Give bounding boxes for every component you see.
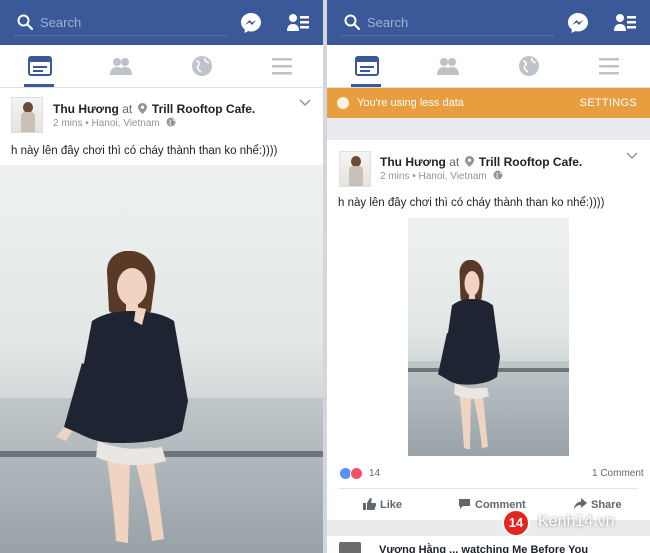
- location-pin-icon: [464, 156, 474, 167]
- thumbs-up-icon: [363, 498, 376, 510]
- post-time[interactable]: 2 mins: [380, 171, 409, 182]
- data-saver-icon: [337, 97, 349, 109]
- data-saver-banner[interactable]: You're using less data SETTINGS: [327, 88, 650, 118]
- news-feed-icon[interactable]: [355, 55, 379, 77]
- post-meta: 2 mins • Hanoi, Vietnam: [380, 170, 503, 182]
- comment-count[interactable]: 1 Comment: [592, 468, 644, 479]
- post-time[interactable]: 2 mins: [53, 118, 82, 129]
- friend-requests-icon[interactable]: [287, 13, 309, 33]
- reaction-count: 14: [369, 468, 381, 479]
- share-label: Share: [591, 499, 622, 511]
- globe-icon[interactable]: [190, 55, 214, 77]
- search-placeholder: Search: [40, 15, 82, 30]
- at-label: at: [122, 102, 133, 116]
- watermark-text: Kenh14.vn: [538, 513, 615, 530]
- chevron-down-icon[interactable]: [299, 99, 311, 107]
- place-name[interactable]: Trill Rooftop Cafe.: [479, 155, 582, 169]
- avatar[interactable]: [339, 151, 371, 187]
- like-button[interactable]: Like: [363, 498, 402, 511]
- tab-bar: [327, 45, 650, 88]
- next-post-preview[interactable]: Vương Hằng ... watching Me Before You: [327, 536, 650, 553]
- avatar[interactable]: [339, 542, 361, 553]
- post-photo[interactable]: [0, 165, 323, 553]
- comment-icon: [459, 499, 470, 509]
- settings-link[interactable]: SETTINGS: [580, 97, 637, 109]
- search-input[interactable]: Search: [341, 10, 554, 36]
- friend-requests-icon[interactable]: [614, 13, 636, 33]
- post-location: Hanoi, Vietnam: [91, 118, 160, 129]
- love-reaction-icon: [350, 467, 363, 480]
- post-header: Thu Hương at Trill Rooftop Cafe.: [380, 155, 582, 169]
- post-location: Hanoi, Vietnam: [418, 171, 487, 182]
- friends-icon[interactable]: [109, 55, 133, 77]
- left-phone-screen: Search Thu Hương at Trill Rooftop Cafe. …: [0, 0, 323, 553]
- search-icon: [17, 14, 34, 31]
- menu-icon[interactable]: [597, 55, 621, 77]
- post-photo[interactable]: [408, 218, 569, 456]
- place-name[interactable]: Trill Rooftop Cafe.: [152, 102, 255, 116]
- search-placeholder: Search: [367, 15, 409, 30]
- post-card: Thu Hương at Trill Rooftop Cafe. 2 mins …: [327, 140, 650, 520]
- globe-icon[interactable]: [517, 55, 541, 77]
- search-input[interactable]: Search: [14, 10, 227, 36]
- right-phone-screen: Search You're using less data SETTINGS T…: [327, 0, 650, 553]
- next-post-text: Vương Hằng ... watching Me Before You: [379, 544, 589, 553]
- top-bar: Search: [327, 0, 650, 45]
- privacy-globe-icon: [166, 117, 175, 127]
- person-illustration: [56, 251, 188, 543]
- at-label: at: [449, 155, 460, 169]
- location-pin-icon: [137, 103, 147, 114]
- privacy-globe-icon: [493, 170, 502, 180]
- avatar[interactable]: [11, 97, 43, 133]
- share-icon: [574, 498, 587, 510]
- post-text: h này lên đây chơi thì có cháy thành tha…: [11, 145, 278, 157]
- post-text: h này lên đây chơi thì có cháy thành tha…: [338, 197, 605, 209]
- person-illustration: [438, 260, 500, 450]
- friends-icon[interactable]: [436, 55, 460, 77]
- banner-text: You're using less data: [357, 97, 464, 109]
- active-tab-indicator: [351, 84, 381, 87]
- like-label: Like: [380, 499, 403, 511]
- messenger-icon[interactable]: [240, 12, 262, 34]
- menu-icon[interactable]: [270, 55, 294, 77]
- actions-divider: [339, 488, 638, 489]
- author-name[interactable]: Thu Hương: [380, 155, 446, 169]
- active-tab-indicator: [24, 84, 54, 87]
- messenger-icon[interactable]: [567, 12, 589, 34]
- news-feed-icon[interactable]: [28, 55, 52, 77]
- watermark-badge: 14: [502, 509, 530, 537]
- tab-bar: [0, 45, 323, 88]
- share-button[interactable]: Share: [574, 498, 622, 511]
- post-meta: 2 mins • Hanoi, Vietnam: [53, 117, 176, 129]
- top-bar: Search: [0, 0, 323, 45]
- post-header: Thu Hương at Trill Rooftop Cafe.: [53, 102, 255, 116]
- chevron-down-icon[interactable]: [626, 152, 638, 160]
- search-icon: [344, 14, 361, 31]
- author-name[interactable]: Thu Hương: [53, 102, 119, 116]
- post-card: Thu Hương at Trill Rooftop Cafe. 2 mins …: [0, 89, 323, 553]
